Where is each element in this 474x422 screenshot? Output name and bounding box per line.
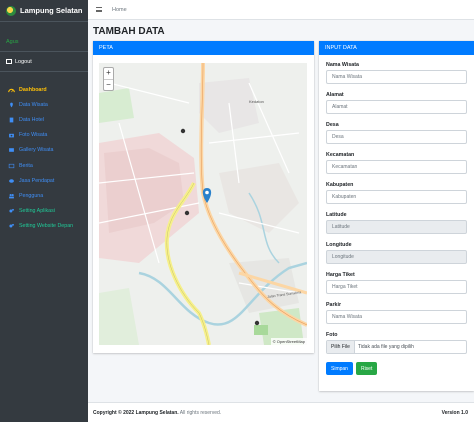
nama-wisata-input[interactable]: Nama Wisata [326,70,467,84]
dashboard-icon [8,88,15,92]
latitude-input[interactable]: Latitude [326,220,467,234]
latitude-label: Latitude [326,212,347,218]
parkir-label: Parkir [326,302,342,308]
sidebar-item-label: Data Wisata [19,101,48,108]
image-icon [9,148,14,153]
map-attribution[interactable]: © OpenStreetMap [270,338,307,345]
footer: Copyright © 2022 Lampung Selatan. All ri… [88,402,474,422]
foto-label: Foto [326,332,338,338]
sidebar-item-label: Berita [19,162,33,169]
nama-wisata-label: Nama Wisata [326,62,359,68]
harga-tiket-input[interactable]: Harga Tiket [326,280,467,294]
alamat-label: Alamat [326,92,344,98]
brand[interactable]: Lampung Selatan [0,0,88,22]
input-card-header: INPUT DATA [319,41,474,55]
sidebar-item-label: Pengguna [19,192,44,199]
page-title: TAMBAH DATA [93,26,165,37]
sidebar: Lampung Selatan Agus Logout Dashboard Da… [0,0,88,422]
sidebar-item-berita[interactable]: Berita [0,158,88,173]
newspaper-icon [8,163,15,168]
choose-file-button[interactable]: Pilih File [327,341,355,353]
alamat-input[interactable]: Alamat [326,100,467,114]
longitude-input[interactable]: Longitude [326,250,467,264]
camera-icon [9,133,14,138]
hotel-icon [9,117,14,123]
sidebar-item-label: Data Hotel [19,116,45,123]
sidebar-item-data-wisata[interactable]: Data Wisata [0,97,88,112]
home-link[interactable]: Home [112,7,127,13]
longitude-label: Longitude [326,242,352,248]
sidebar-item-foto-wisata[interactable]: Foto Wisata [0,128,88,143]
sidebar-item-label: Jasa Pendapat [19,177,55,184]
foto-file-input[interactable]: Pilih File Tidak ada file yang dipilih [326,340,467,354]
sidebar-item-data-hotel[interactable]: Data Hotel [0,112,88,127]
copyright-text: Copyright © 2022 Lampung Selatan. [93,409,179,416]
sidebar-item-label: Foto Wisata [19,132,48,139]
reset-button[interactable]: Riset [355,362,378,375]
topbar: Home [88,0,474,20]
file-status-text: Tidak ada file yang dipilih [357,344,414,350]
kecamatan-input[interactable]: Kecamatan [326,160,467,174]
map[interactable]: Kedaton Jalan Trans Sumatera + − © OpenS… [99,63,307,345]
brand-logo-icon [6,5,16,16]
harga-tiket-label: Harga Tiket [326,272,355,278]
kecamatan-label: Kecamatan [326,152,355,158]
map-label: Kedaton [249,99,264,104]
sidebar-item-gallery-wisata[interactable]: Gallery Wisata [0,143,88,158]
kabupaten-input[interactable]: Kabupaten [326,190,467,204]
logout-link[interactable]: Logout [0,52,88,72]
sidebar-item-label: Setting Website Depan [19,223,74,230]
sidebar-item-label: Setting Aplikasi [19,208,55,215]
sidebar-item-pengguna[interactable]: Pengguna [0,188,88,203]
logout-label: Logout [15,58,32,65]
zoom-in-button[interactable]: + [104,68,113,79]
desa-input[interactable]: Desa [326,130,467,144]
sidebar-item-setting-aplikasi[interactable]: Setting Aplikasi [0,204,88,219]
kabupaten-label: Kabupaten [326,182,354,188]
peta-card: PETA Kedaton Jalan Trans Sumatera + − © … [93,41,314,353]
version-text: Version 1.0 [441,409,468,416]
users-icon [9,193,14,199]
save-button[interactable]: Simpan [326,362,353,375]
peta-card-header: PETA [93,41,314,55]
sidebar-item-dashboard[interactable]: Dashboard [0,82,88,97]
gears-icon [9,224,14,228]
comment-icon [9,178,14,183]
form-actions: Simpan Riset [326,362,467,375]
input-form: Nama Wisata Nama Wisata Alamat Alamat De… [319,55,474,375]
gears-icon [9,208,14,213]
map-zoom-control: + − [103,67,114,91]
user-panel[interactable]: Agus [0,32,88,52]
map-marker-icon [10,102,13,108]
rights-text: All rights reserved. [178,409,222,416]
menu-toggle-icon[interactable] [96,7,102,12]
sidebar-nav: Dashboard Data Wisata Data Hotel Foto Wi… [0,82,88,234]
sidebar-item-label: Gallery Wisata [19,147,54,154]
footer-copyright: Copyright © 2022 Lampung Selatan. All ri… [93,410,221,416]
sidebar-item-setting-website-depan[interactable]: Setting Website Depan [0,219,88,234]
sidebar-item-jasa-pendapat[interactable]: Jasa Pendapat [0,173,88,188]
map-tiles [99,63,307,345]
sidebar-item-label: Dashboard [19,86,47,93]
parkir-input[interactable]: Nama Wisata [326,310,467,324]
logout-icon [6,59,12,64]
user-name[interactable]: Agus [6,39,19,45]
zoom-out-button[interactable]: − [104,79,113,90]
desa-label: Desa [326,122,339,128]
brand-title: Lampung Selatan [20,6,83,15]
footer-version: Version 1.0 [442,410,468,416]
input-card: INPUT DATA Nama Wisata Nama Wisata Alama… [319,41,474,391]
